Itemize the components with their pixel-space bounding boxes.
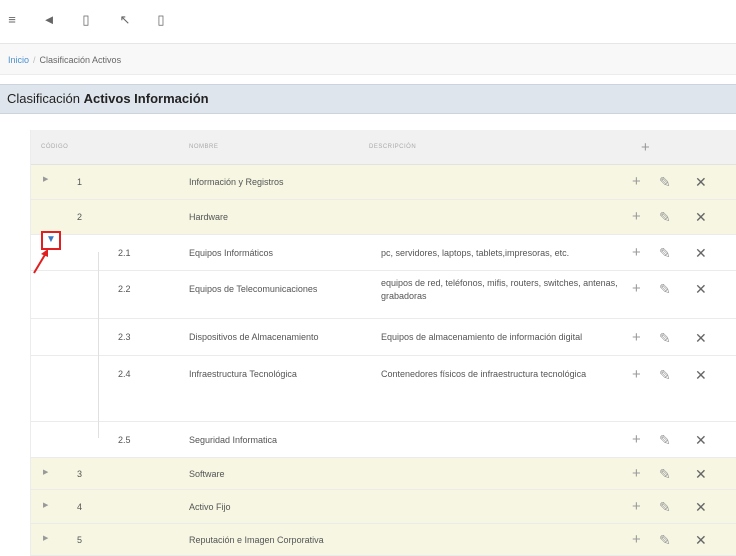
row-name: Equipos Informáticos <box>189 248 274 258</box>
file-icon[interactable]: ▯ <box>153 12 169 28</box>
delete-icon[interactable]: ✕ <box>695 246 707 260</box>
add-icon[interactable]: + <box>632 432 641 447</box>
page-title: Clasificación Activos Información <box>0 84 736 114</box>
edit-icon[interactable]: ✎ <box>659 533 671 547</box>
menu-icon[interactable]: ≡ <box>4 12 20 28</box>
table-row[interactable]: 2.2 Equipos de Telecomunicaciones equipo… <box>31 271 736 319</box>
table-row[interactable]: 2.4 Infraestructura Tecnológica Contened… <box>31 356 736 422</box>
table-row[interactable]: ▶ 1 Información y Registros + ✎ ✕ <box>31 165 736 200</box>
collapse-icon[interactable]: ▼ <box>46 234 56 246</box>
send-icon[interactable]: ◄ <box>41 12 57 28</box>
edit-icon[interactable]: ✎ <box>659 433 671 447</box>
row-code: 2.5 <box>118 435 131 445</box>
tree-grid: CÓDIGO NOMBRE DESCRIPCIÓN + ▶ 1 Informac… <box>30 130 736 556</box>
delete-icon[interactable]: ✕ <box>695 210 707 224</box>
delete-icon[interactable]: ✕ <box>695 282 707 296</box>
table-row[interactable]: ▶ 5 Reputación e Imagen Corporativa + ✎ … <box>31 524 736 556</box>
table-row[interactable]: 2.3 Dispositivos de Almacenamiento Equip… <box>31 319 736 356</box>
add-icon[interactable]: + <box>632 209 641 224</box>
edit-icon[interactable]: ✎ <box>659 368 671 382</box>
row-name: Hardware <box>189 212 229 222</box>
header-name[interactable]: NOMBRE <box>189 130 218 165</box>
row-name: Seguridad Informatica <box>189 435 278 445</box>
row-description: Equipos de almacenamiento de información… <box>381 332 583 342</box>
row-name: Activo Fijo <box>189 502 231 512</box>
row-code: 3 <box>77 469 83 479</box>
grid-header: CÓDIGO NOMBRE DESCRIPCIÓN + <box>31 130 736 165</box>
table-row[interactable]: 2.1 Equipos Informáticos pc, servidores,… <box>31 235 736 271</box>
add-icon[interactable]: + <box>632 330 641 345</box>
breadcrumb: Inicio / Clasificación Activos <box>0 43 736 75</box>
row-code: 1 <box>77 177 83 187</box>
add-icon[interactable]: + <box>632 532 641 547</box>
pin-icon[interactable]: ↖ <box>117 12 133 28</box>
row-code: 4 <box>77 502 83 512</box>
delete-icon[interactable]: ✕ <box>695 368 707 382</box>
row-name: Información y Registros <box>189 177 284 187</box>
delete-icon[interactable]: ✕ <box>695 467 707 481</box>
breadcrumb-home-link[interactable]: Inicio <box>8 55 29 65</box>
page-title-bold: Activos Información <box>83 91 209 106</box>
header-code[interactable]: CÓDIGO <box>41 130 68 165</box>
edit-icon[interactable]: ✎ <box>659 282 671 296</box>
add-icon[interactable]: + <box>632 245 641 260</box>
breadcrumb-current: Clasificación Activos <box>39 55 122 65</box>
row-name: Dispositivos de Almacenamiento <box>189 332 319 342</box>
add-icon[interactable]: + <box>632 367 641 382</box>
expand-icon[interactable]: ▶ <box>43 534 48 544</box>
add-icon[interactable]: + <box>632 174 641 189</box>
document-icon[interactable]: ▯ <box>78 12 94 28</box>
row-code: 2.2 <box>118 284 131 294</box>
table-row[interactable]: ▶ 3 Software + ✎ ✕ <box>31 458 736 490</box>
row-description: Contenedores físicos de infraestructura … <box>381 369 587 379</box>
page-title-prefix: Clasificación <box>7 91 80 106</box>
expand-icon[interactable]: ▶ <box>43 468 48 478</box>
header-add-button[interactable]: + <box>641 130 650 165</box>
edit-icon[interactable]: ✎ <box>659 331 671 345</box>
table-row[interactable]: 2 Hardware + ✎ ✕ <box>31 200 736 235</box>
row-code: 2.1 <box>118 248 131 258</box>
expand-icon[interactable]: ▶ <box>43 501 48 511</box>
row-name: Software <box>189 469 225 479</box>
row-code: 2 <box>77 212 83 222</box>
delete-icon[interactable]: ✕ <box>695 433 707 447</box>
table-row[interactable]: 2.5 Seguridad Informatica + ✎ ✕ <box>31 422 736 458</box>
row-description: pc, servidores, laptops, tablets,impreso… <box>381 248 570 258</box>
expand-icon[interactable]: ▶ <box>43 175 48 185</box>
edit-icon[interactable]: ✎ <box>659 246 671 260</box>
delete-icon[interactable]: ✕ <box>695 175 707 189</box>
add-icon[interactable]: + <box>632 281 641 296</box>
edit-icon[interactable]: ✎ <box>659 467 671 481</box>
row-code: 5 <box>77 535 83 545</box>
delete-icon[interactable]: ✕ <box>695 331 707 345</box>
toolbar: ≡ ◄ ▯ ↖ ▯ <box>0 0 736 40</box>
add-icon[interactable]: + <box>632 499 641 514</box>
delete-icon[interactable]: ✕ <box>695 500 707 514</box>
annotation-arrow-icon <box>33 249 48 274</box>
table-row[interactable]: ▶ 4 Activo Fijo + ✎ ✕ <box>31 490 736 524</box>
row-name: Infraestructura Tecnológica <box>189 369 297 379</box>
row-description: equipos de red, teléfonos, mifis, router… <box>381 278 618 301</box>
add-icon[interactable]: + <box>632 466 641 481</box>
breadcrumb-separator: / <box>33 55 36 65</box>
delete-icon[interactable]: ✕ <box>695 533 707 547</box>
edit-icon[interactable]: ✎ <box>659 175 671 189</box>
row-name: Reputación e Imagen Corporativa <box>189 535 324 545</box>
tree-connector-line <box>98 252 99 438</box>
row-code: 2.4 <box>118 369 131 379</box>
row-code: 2.3 <box>118 332 131 342</box>
edit-icon[interactable]: ✎ <box>659 210 671 224</box>
header-description[interactable]: DESCRIPCIÓN <box>369 130 416 165</box>
row-name: Equipos de Telecomunicaciones <box>189 284 318 294</box>
edit-icon[interactable]: ✎ <box>659 500 671 514</box>
